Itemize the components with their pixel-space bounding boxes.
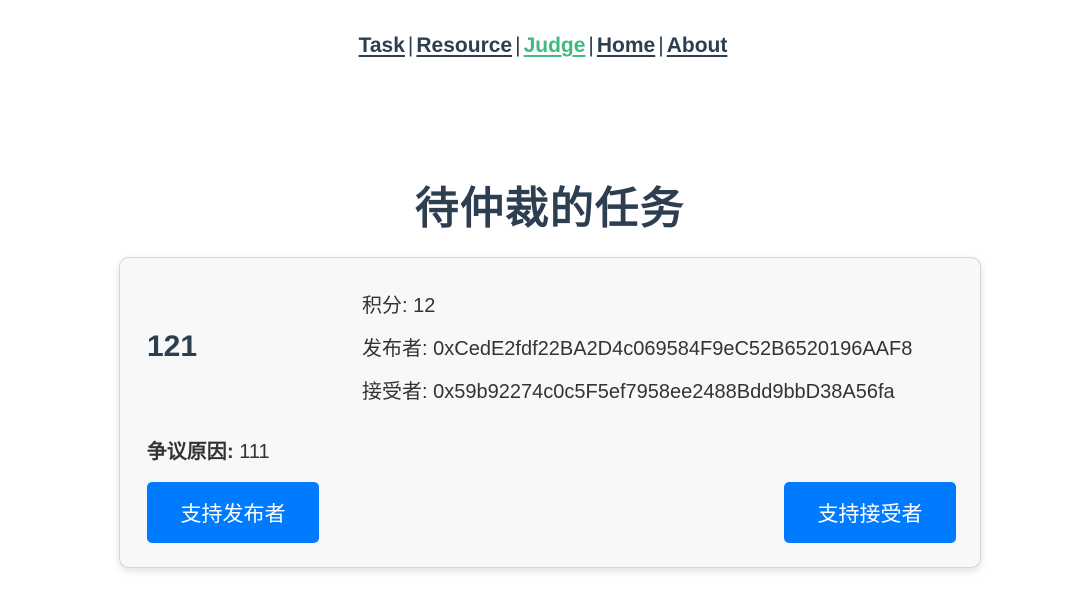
- top-nav: Task | Resource | Judge | Home | About: [0, 34, 1086, 58]
- points-value: 12: [413, 295, 436, 317]
- dispute-label: 争议原因:: [147, 441, 234, 463]
- nav-link-judge[interactable]: Judge: [524, 34, 586, 57]
- support-publisher-button[interactable]: 支持发布者: [147, 482, 319, 543]
- receiver-address: 0x59b92274c0c5F5ef7958ee2488Bdd9bbD38A56…: [433, 381, 895, 403]
- page-title: 待仲裁的任务: [415, 184, 685, 233]
- nav-separator: |: [515, 34, 521, 57]
- dispute-value: 111: [239, 441, 270, 463]
- nav-link-home[interactable]: Home: [597, 34, 655, 57]
- nav-link-resource[interactable]: Resource: [416, 34, 512, 57]
- publisher-label: 发布者:: [362, 338, 428, 360]
- nav-separator: |: [407, 34, 414, 57]
- publisher-row: 发布者: 0xCedE2fdf22BA2D4c069584F9eC52B6520…: [362, 337, 912, 380]
- task-card: 121 积分: 12 发布者: 0xCedE2fdf22BA2D4c069584…: [119, 257, 981, 568]
- nav-separator: |: [658, 34, 664, 57]
- task-info: 积分: 12 发布者: 0xCedE2fdf22BA2D4c069584F9eC…: [362, 294, 912, 423]
- nav-link-about[interactable]: About: [667, 34, 728, 57]
- task-id: 121: [147, 330, 198, 363]
- nav-separator: |: [588, 34, 594, 57]
- nav-link-task[interactable]: Task: [359, 34, 405, 57]
- receiver-row: 接受者: 0x59b92274c0c5F5ef7958ee2488Bdd9bbD…: [362, 380, 912, 423]
- receiver-label: 接受者:: [362, 381, 428, 403]
- points-label: 积分:: [362, 295, 408, 317]
- publisher-address: 0xCedE2fdf22BA2D4c069584F9eC52B6520196AA…: [433, 338, 913, 360]
- support-receiver-button[interactable]: 支持接受者: [784, 482, 956, 543]
- points-row: 积分: 12: [362, 294, 912, 337]
- dispute-reason: 争议原因: 111: [147, 435, 270, 464]
